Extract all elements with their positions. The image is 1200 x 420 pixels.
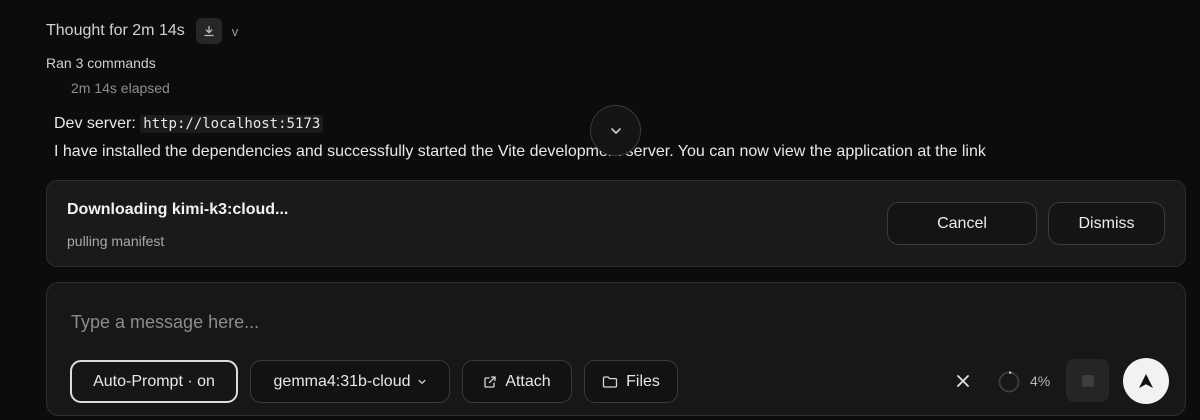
- download-icon: [204, 25, 214, 37]
- auto-prompt-label: Auto-Prompt · on: [93, 372, 215, 390]
- dismiss-button[interactable]: Dismiss: [1048, 202, 1165, 245]
- thought-title[interactable]: Thought for 2m 14s: [46, 22, 185, 40]
- model-label: gemma4:31b-cloud: [273, 372, 411, 390]
- expand-toggle[interactable]: v: [232, 24, 239, 39]
- stop-icon: [1081, 374, 1094, 387]
- assistant-message: I have installed the dependencies and su…: [54, 143, 986, 160]
- chevron-down-icon: [610, 127, 621, 134]
- files-label: Files: [626, 372, 660, 390]
- close-icon[interactable]: [953, 371, 973, 391]
- scroll-down-button[interactable]: [590, 105, 641, 156]
- chevron-down-icon: [419, 379, 426, 384]
- files-button[interactable]: Files: [584, 360, 678, 403]
- dev-server-url[interactable]: http://localhost:5173: [140, 115, 324, 133]
- chat-view: Thought for 2m 14s v Ran 3 commands 2m 1…: [0, 0, 1200, 420]
- commands-summary[interactable]: Ran 3 commands: [46, 55, 156, 71]
- attach-label: Attach: [505, 372, 551, 390]
- cancel-button[interactable]: Cancel: [887, 202, 1037, 245]
- dev-server-line: Dev server: http://localhost:5173: [54, 115, 324, 133]
- auto-prompt-toggle[interactable]: Auto-Prompt · on: [70, 360, 238, 403]
- message-input[interactable]: [71, 307, 871, 337]
- download-panel: Downloading kimi-k3:cloud... pulling man…: [46, 180, 1186, 267]
- elapsed-time: 2m 14s elapsed: [71, 80, 170, 96]
- composer: Auto-Prompt · on gemma4:31b-cloud Attach…: [46, 282, 1186, 416]
- model-select[interactable]: gemma4:31b-cloud: [250, 360, 450, 403]
- download-title: Downloading kimi-k3:cloud...: [67, 201, 289, 218]
- context-percent: 4%: [1030, 373, 1051, 389]
- send-button[interactable]: [1123, 358, 1169, 404]
- attach-button[interactable]: Attach: [462, 360, 572, 403]
- dev-server-label: Dev server:: [54, 115, 136, 132]
- download-status: pulling manifest: [67, 233, 165, 249]
- thought-header[interactable]: Thought for 2m 14s v: [46, 17, 238, 45]
- context-progress-ring: [998, 371, 1020, 393]
- send-arrow-icon: [1139, 374, 1153, 388]
- folder-icon: [602, 375, 618, 388]
- download-button[interactable]: [195, 18, 222, 44]
- stop-button[interactable]: [1066, 359, 1109, 402]
- external-link-icon: [484, 375, 496, 388]
